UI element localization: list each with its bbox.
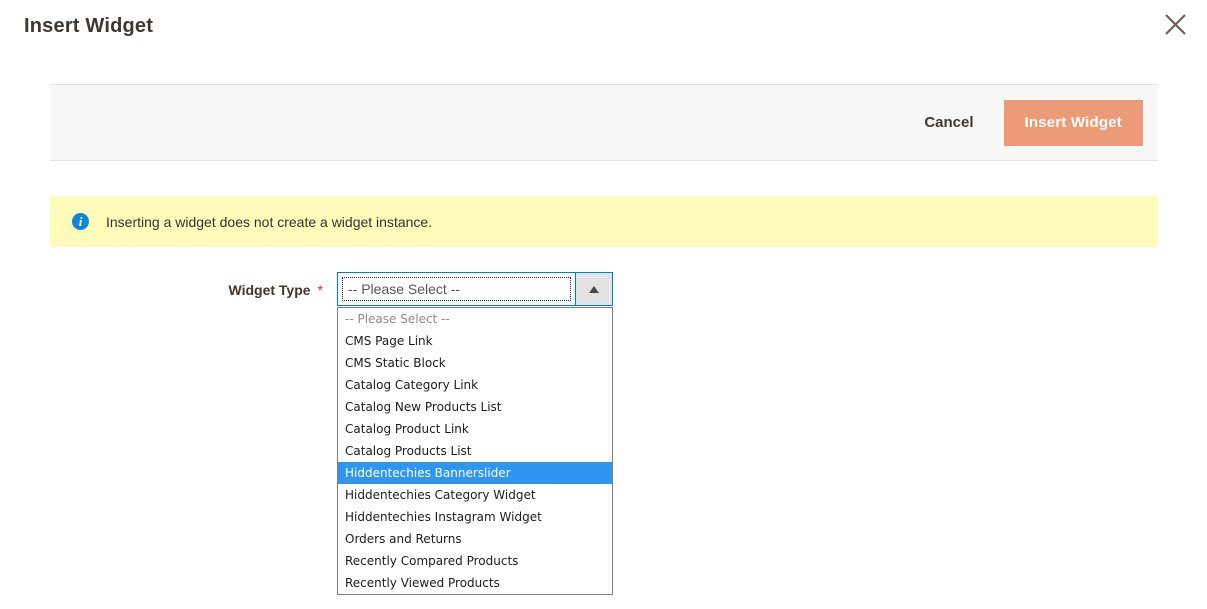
modal-action-toolbar: Cancel Insert Widget xyxy=(50,84,1158,161)
dropdown-option[interactable]: Catalog New Products List xyxy=(338,396,612,418)
dropdown-option[interactable]: Catalog Products List xyxy=(338,440,612,462)
dropdown-option[interactable]: Catalog Category Link xyxy=(338,374,612,396)
dropdown-option[interactable]: Catalog Product Link xyxy=(338,418,612,440)
notice-banner: i Inserting a widget does not create a w… xyxy=(50,196,1158,247)
close-button[interactable] xyxy=(1161,12,1189,40)
dropdown-option[interactable]: CMS Page Link xyxy=(338,330,612,352)
insert-widget-button[interactable]: Insert Widget xyxy=(1004,100,1143,146)
widget-type-label: Widget Type xyxy=(228,282,310,298)
chevron-up-icon xyxy=(589,286,599,293)
widget-type-label-row: Widget Type * xyxy=(0,282,323,298)
dropdown-option[interactable]: Recently Compared Products xyxy=(338,550,612,572)
dropdown-option[interactable]: Orders and Returns xyxy=(338,528,612,550)
dropdown-option[interactable]: CMS Static Block xyxy=(338,352,612,374)
dropdown-option[interactable]: -- Please Select -- xyxy=(338,308,612,330)
dropdown-option[interactable]: Recently Viewed Products xyxy=(338,572,612,594)
cancel-button[interactable]: Cancel xyxy=(924,114,973,131)
info-icon: i xyxy=(72,213,89,230)
notice-text: Inserting a widget does not create a wid… xyxy=(106,214,432,230)
dropdown-option[interactable]: Hiddentechies Instagram Widget xyxy=(338,506,612,528)
widget-type-dropdown-list: -- Please Select --CMS Page LinkCMS Stat… xyxy=(337,307,613,595)
dropdown-option[interactable]: Hiddentechies Category Widget xyxy=(338,484,612,506)
select-dropdown-toggle[interactable] xyxy=(575,273,612,305)
dropdown-option[interactable]: Hiddentechies Bannerslider xyxy=(338,462,612,484)
close-icon xyxy=(1163,12,1188,40)
widget-type-select[interactable]: -- Please Select -- xyxy=(337,272,613,306)
page-title: Insert Widget xyxy=(24,15,153,38)
widget-type-select-display[interactable]: -- Please Select -- xyxy=(338,273,575,305)
widget-type-selected-value: -- Please Select -- xyxy=(343,278,570,300)
required-asterisk: * xyxy=(318,282,323,298)
